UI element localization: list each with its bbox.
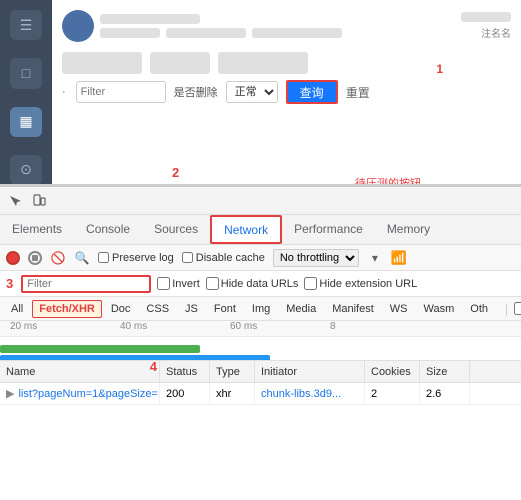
sidebar-icon-grid[interactable]: ▦ [10,107,42,137]
filter-bar: 3 Invert Hide data URLs Hide extension U… [0,271,521,297]
type-css-button[interactable]: CSS [139,300,176,318]
input-placeholder-1 [62,52,142,74]
row-arrow-icon: ▶ [6,387,14,400]
status-select[interactable]: 正常 [226,81,278,103]
table-row[interactable]: ▶ list?pageNum=1&pageSize=... 200 xhr ch… [0,383,521,405]
disable-cache-checkbox[interactable] [182,252,193,263]
hide-data-urls-label[interactable]: Hide data URLs [206,277,299,290]
invert-checkbox[interactable] [157,277,170,290]
detail-bar-3 [252,28,342,38]
search-icon[interactable]: 🔍 [74,250,90,266]
inspect-icon[interactable] [4,190,26,212]
throttle-arrow-icon[interactable]: ▾ [367,250,383,266]
sidebar-icon-square[interactable]: □ [10,58,42,88]
timeline-label-40ms: 40 ms [120,321,147,332]
input-placeholder-3 [218,52,308,74]
header-size: Size [420,361,470,382]
header-status: Status [160,361,210,382]
device-toolbar-icon[interactable] [28,190,50,212]
tab-performance[interactable]: Performance [282,215,375,244]
detail-bar-1 [100,28,160,38]
delete-label: 是否删除 [174,84,218,100]
reset-button[interactable]: 重置 [346,84,370,101]
blocked-req-label[interactable]: Blocked requests [514,297,521,321]
preserve-log-label[interactable]: Preserve log [98,252,174,264]
user-info-bars [100,14,455,38]
page-content: 注名名 · 是否删除 正常 查询 重置 待压测的按钮 1 [52,0,521,184]
type-fetch-xhr-button[interactable]: Fetch/XHR [32,300,102,318]
annotation-text: 待压测的按钮 [355,175,421,185]
throttle-select[interactable]: No throttling [273,249,359,267]
cell-size: 2.6 [420,383,470,404]
cell-initiator: chunk-libs.3d9... [255,383,365,404]
timeline-label-20ms: 20 ms [10,321,37,332]
header-name: 4 Name [0,361,160,382]
blocked-req-checkbox[interactable] [514,302,521,315]
type-img-button[interactable]: Img [245,300,277,318]
timeline-area: 20 ms 40 ms 60 ms 8 [0,321,521,361]
annotation-num-4: 4 [150,361,157,374]
annotation-num-1: 1 [436,62,443,76]
tab-elements[interactable]: Elements [0,215,74,244]
header-cookies: Cookies [365,361,420,382]
tab-network[interactable]: Network [210,215,282,244]
preserve-log-checkbox[interactable] [98,252,109,263]
sidebar: ☰ □ ▦ ⊙ [0,0,52,185]
timeline-bar-green [0,345,200,353]
tab-console[interactable]: Console [74,215,142,244]
type-media-button[interactable]: Media [279,300,323,318]
type-all-button[interactable]: All [4,300,30,318]
disable-cache-label[interactable]: Disable cache [182,252,265,264]
avatar [62,10,94,42]
type-other-button[interactable]: Oth [463,300,495,318]
annotation-num-3: 3 [6,276,13,291]
stop-button[interactable] [28,251,42,265]
hide-ext-url-label[interactable]: Hide extension URL [304,277,417,290]
name-bar [100,14,200,24]
network-toolbar: 🚫 🔍 Preserve log Disable cache No thrott… [0,245,521,271]
devtools-panel: Elements Console Sources Network Perform… [0,185,521,500]
request-name: list?pageNum=1&pageSize=... [18,388,160,400]
hide-data-urls-checkbox[interactable] [206,277,219,290]
type-doc-button[interactable]: Doc [104,300,138,318]
date-label: · [62,86,66,98]
invert-label[interactable]: Invert [157,277,200,290]
sidebar-icon-menu[interactable]: ☰ [10,10,42,40]
detail-bar-2 [166,28,246,38]
label-username: 注名名 [481,25,511,40]
date-input[interactable] [76,81,166,103]
table-header: 4 Name Status Type Initiator Cookies Siz… [0,361,521,383]
cell-status: 200 [160,383,210,404]
cell-name: ▶ list?pageNum=1&pageSize=... [0,383,160,404]
type-manifest-button[interactable]: Manifest [325,300,381,318]
timeline-label-60ms: 60 ms [230,321,257,332]
record-button[interactable] [6,251,20,265]
header-initiator: Initiator [255,361,365,382]
hide-ext-url-checkbox[interactable] [304,277,317,290]
clear-button[interactable]: 🚫 [50,250,66,266]
input-placeholder-2 [150,52,210,74]
cell-cookies: 2 [365,383,420,404]
type-js-button[interactable]: JS [178,300,205,318]
tab-sources[interactable]: Sources [142,215,210,244]
type-divider: | [505,302,508,316]
tab-memory[interactable]: Memory [375,215,442,244]
type-wasm-button[interactable]: Wasm [417,300,462,318]
right-bar-1 [461,12,511,22]
network-table: 4 Name Status Type Initiator Cookies Siz… [0,361,521,500]
annotation-num-2: 2 [172,165,179,180]
type-font-button[interactable]: Font [207,300,243,318]
timeline-label-80ms: 8 [330,321,336,332]
type-ws-button[interactable]: WS [383,300,415,318]
filter-input[interactable] [21,275,151,293]
devtools-tabs: Elements Console Sources Network Perform… [0,215,521,245]
header-type: Type [210,361,255,382]
timeline-bars [0,337,521,361]
search-button[interactable]: 查询 [286,80,338,104]
request-types-bar: All Fetch/XHR Doc CSS JS Font Img Media … [0,297,521,321]
devtools-topbar [0,187,521,215]
cell-type: xhr [210,383,255,404]
sidebar-icon-circle[interactable]: ⊙ [10,155,42,185]
online-icon: 📶 [391,250,407,266]
